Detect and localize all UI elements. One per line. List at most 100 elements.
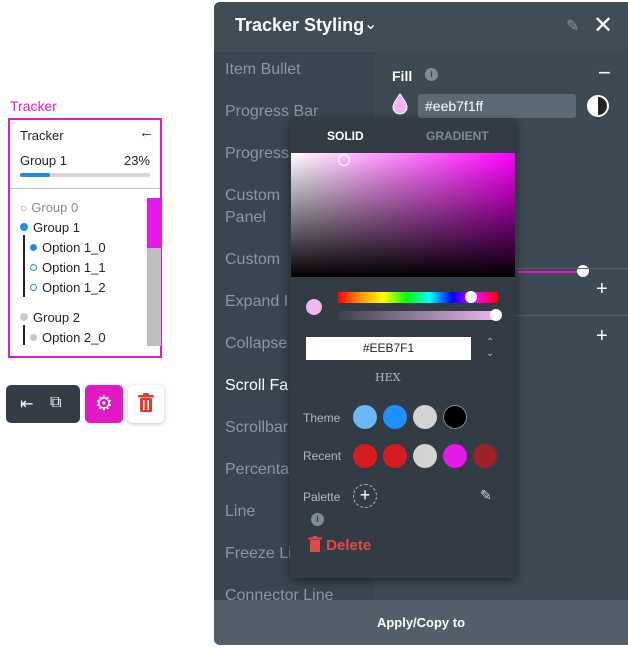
tab-solid[interactable]: SOLID	[327, 129, 364, 143]
check-circle-icon: ○	[20, 201, 28, 215]
delete-label: Delete	[326, 537, 372, 554]
bullet-filled-icon	[20, 223, 28, 231]
apply-copy-button[interactable]: Apply/Copy to	[214, 600, 628, 645]
nav-line[interactable]: Line	[225, 503, 255, 521]
nav-scroll-fade[interactable]: Scroll Fa	[225, 377, 288, 395]
nav-expand[interactable]: Expand I	[225, 293, 288, 311]
plus-icon[interactable]: +	[596, 278, 608, 301]
nav-collapse[interactable]: Collapse	[225, 335, 287, 353]
theme-swatch[interactable]	[443, 405, 467, 429]
tracker-item-option-1-0[interactable]: Option 1_0	[30, 240, 106, 255]
info-icon[interactable]: i	[425, 68, 438, 81]
tracker-widget[interactable]: Tracker ← Group 1 23% ○ Group 0 Group 1 O…	[8, 118, 162, 358]
tab-gradient[interactable]: GRADIENT	[426, 129, 489, 143]
tracker-item-group-1[interactable]: Group 1	[20, 220, 80, 235]
delete-color-button[interactable]: Delete	[308, 536, 371, 554]
minus-icon[interactable]: −	[598, 60, 611, 86]
panel-header: Tracker Styling ⌄ ✎ ✕	[214, 2, 628, 52]
open-external-icon[interactable]: ⧉	[50, 394, 61, 412]
tracker-caption: Tracker	[10, 98, 57, 114]
bullet-outline-icon	[30, 284, 37, 291]
tracker-scrollbar[interactable]	[147, 198, 161, 346]
format-stepper[interactable]: ⌃ ⌄	[486, 337, 494, 359]
tracker-item-label: Group 2	[33, 310, 80, 325]
pencil-icon[interactable]: ✎	[480, 487, 492, 504]
slider-track[interactable]	[518, 271, 584, 273]
nav-custom[interactable]: Custom	[225, 251, 280, 269]
nav-scrollbar[interactable]: Scrollbar	[225, 419, 288, 437]
recent-swatch[interactable]	[473, 444, 497, 468]
nav-custom-panel-line2[interactable]: Panel	[225, 209, 266, 227]
theme-label: Theme	[303, 411, 341, 425]
fill-hex-input[interactable]: #eeb7f1ff	[418, 94, 576, 118]
panel-title[interactable]: Tracker Styling	[235, 15, 364, 36]
info-icon[interactable]: i	[311, 513, 324, 526]
back-arrow-icon[interactable]: ←	[139, 124, 154, 141]
chevron-down-icon[interactable]: ⌄	[364, 14, 377, 34]
gear-icon: ⚙	[95, 393, 113, 415]
nav-progress[interactable]: Progress	[225, 145, 289, 163]
tracker-item-option-2-0[interactable]: Option 2_0	[30, 330, 106, 345]
tracker-header: Tracker	[20, 128, 64, 143]
hex-label: HEX	[375, 371, 401, 384]
tracker-item-label: Option 2_0	[42, 330, 106, 345]
recent-label: Recent	[303, 449, 342, 463]
recent-swatch[interactable]	[383, 444, 407, 468]
tracker-item-label: Option 1_1	[42, 260, 106, 275]
tracker-item-option-1-2[interactable]: Option 1_2	[30, 280, 106, 295]
fill-label: Fill	[392, 68, 413, 84]
theme-swatch[interactable]	[353, 405, 377, 429]
slider-knob[interactable]	[577, 265, 589, 277]
bullet-filled-icon	[30, 244, 37, 251]
pin-icon[interactable]: ✎	[566, 16, 579, 36]
nav-freeze-line[interactable]: Freeze Li	[225, 545, 292, 563]
recent-swatch[interactable]	[443, 444, 467, 468]
hue-knob[interactable]	[465, 291, 477, 303]
widget-toolbar: ⇤ ⧉	[6, 385, 80, 423]
theme-swatch[interactable]	[413, 405, 437, 429]
recent-swatch[interactable]	[353, 444, 377, 468]
color-picker: SOLID GRADIENT #EEB7F1 ⌃ ⌄ HEX Theme Rece…	[290, 118, 516, 578]
alpha-slider[interactable]	[338, 311, 498, 320]
tracker-item-group-0[interactable]: ○ Group 0	[20, 200, 78, 215]
tracker-scrollbar-thumb[interactable]	[147, 198, 161, 248]
trash-icon	[138, 393, 154, 412]
tracker-item-group-2[interactable]: Group 2	[20, 310, 80, 325]
tracker-group-title: Group 1	[20, 153, 67, 168]
settings-button[interactable]: ⚙	[85, 385, 123, 423]
hex-input[interactable]: #EEB7F1	[306, 337, 471, 360]
add-palette-button[interactable]: +	[353, 484, 377, 508]
connector-line	[23, 325, 25, 345]
tracker-progress-bar	[20, 173, 150, 177]
color-drop-icon[interactable]	[391, 93, 409, 115]
tracker-progress-fill	[20, 173, 50, 177]
saturation-handle[interactable]	[338, 154, 350, 166]
bullet-grey-icon	[20, 313, 28, 321]
theme-swatch[interactable]	[383, 405, 407, 429]
tracker-item-label: Option 1_2	[42, 280, 106, 295]
nav-percentage[interactable]: Percenta	[225, 461, 289, 479]
bullet-outline-icon	[30, 264, 37, 271]
palette-label: Palette	[303, 490, 341, 504]
dock-left-icon[interactable]: ⇤	[20, 394, 33, 414]
nav-custom-panel[interactable]: Custom	[225, 187, 280, 205]
tracker-item-label: Group 1	[33, 220, 80, 235]
contrast-icon[interactable]	[587, 95, 609, 117]
color-preview	[306, 299, 322, 315]
close-icon[interactable]: ✕	[593, 11, 613, 40]
delete-widget-button[interactable]	[128, 385, 164, 423]
tracker-item-option-1-1[interactable]: Option 1_1	[30, 260, 106, 275]
nav-connector-line[interactable]: Connector Line	[225, 587, 334, 600]
trash-icon	[308, 536, 322, 552]
alpha-knob[interactable]	[490, 309, 502, 321]
nav-item-bullet[interactable]: Item Bullet	[225, 61, 301, 79]
saturation-value-area[interactable]	[291, 153, 515, 277]
connector-line	[23, 235, 25, 297]
tracker-item-label: Option 1_0	[42, 240, 106, 255]
tracker-percent: 23%	[123, 153, 150, 168]
tracker-divider	[10, 188, 160, 189]
bullet-grey-icon	[30, 334, 37, 341]
plus-icon[interactable]: +	[596, 325, 608, 348]
recent-swatch[interactable]	[413, 444, 437, 468]
tracker-item-label: Group 0	[31, 200, 79, 215]
